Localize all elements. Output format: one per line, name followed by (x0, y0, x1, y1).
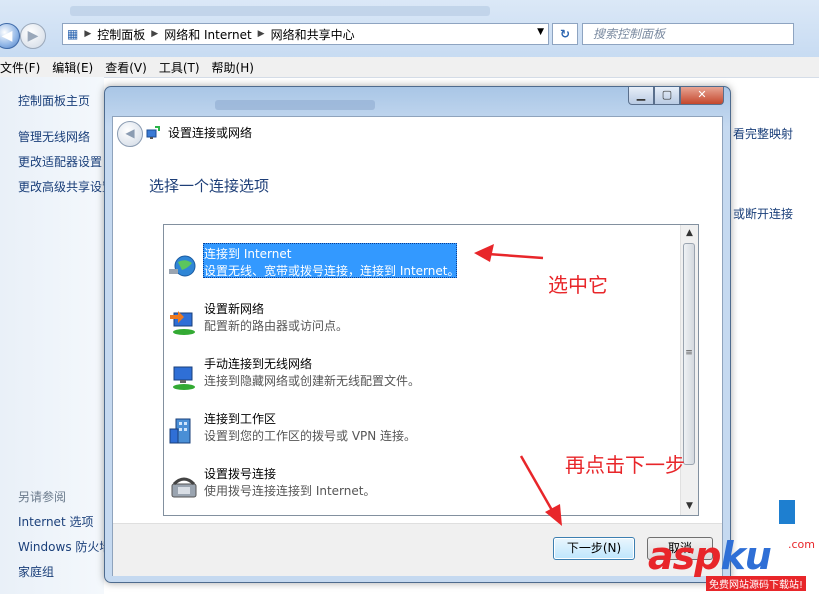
menu-tools[interactable]: 工具(T) (159, 59, 212, 76)
forward-icon[interactable]: ▶ (20, 23, 46, 49)
homegroup-link[interactable]: 家庭组 (18, 563, 54, 580)
phone-icon (171, 477, 197, 498)
scroll-up-icon[interactable]: ▲ (681, 225, 698, 242)
dialog-header: ◀ 设置连接或网络 (113, 117, 722, 147)
breadcrumb-item[interactable]: 网络和共享中心 (267, 26, 359, 43)
maximize-icon[interactable]: ▢ (654, 87, 680, 105)
scroll-down-icon[interactable]: ▼ (681, 498, 698, 515)
menu-edit[interactable]: 编辑(E) (52, 59, 105, 76)
item-desc: 使用拨号连接连接到 Internet。 (204, 484, 376, 498)
explorer-titlebar: ◀ ▶ ▦ ▶ 控制面板 ▶ 网络和 Internet ▶ 网络和共享中心 ▼ … (0, 0, 819, 58)
firewall-link[interactable]: Windows 防火墙 (18, 538, 111, 555)
annotation-click-next: 再点击下一步 (565, 453, 685, 477)
item-desc: 设置到您的工作区的拨号或 VPN 连接。 (204, 429, 417, 443)
dialog-title: 设置连接或网络 (168, 126, 253, 140)
item-desc: 配置新的路由器或访问点。 (204, 319, 349, 333)
item-title: 设置新网络 (204, 302, 265, 316)
blurred-title (215, 100, 375, 110)
item-title: 连接到 Internet (204, 247, 292, 261)
blurred-title (70, 6, 490, 16)
building-icon (169, 418, 191, 444)
disconnect-link[interactable]: 或断开连接 (733, 205, 793, 222)
annotation-select-it: 选中它 (548, 273, 608, 297)
item-title: 手动连接到无线网络 (204, 357, 313, 371)
control-panel-icon: ▦ (67, 27, 79, 41)
section-title: 选择一个连接选项 (149, 177, 270, 195)
watermark: aspku .com 免费网站源码下载站! (648, 534, 819, 594)
menu-file[interactable]: 文件(F) (0, 59, 52, 76)
address-bar[interactable]: ▦ ▶ 控制面板 ▶ 网络和 Internet ▶ 网络和共享中心 ▼ (62, 23, 549, 45)
watermark-slogan: 免费网站源码下载站! (706, 576, 807, 591)
list-item-manual-wireless[interactable]: 手动连接到无线网络 连接到隐藏网络或创建新无线配置文件。 (164, 355, 680, 399)
back-arrow-icon[interactable]: ◀ (117, 121, 143, 147)
chevron-right-icon: ▶ (84, 29, 92, 39)
item-desc: 连接到隐藏网络或创建新无线配置文件。 (204, 374, 421, 388)
back-icon[interactable]: ◀ (0, 23, 20, 49)
window-controls: ▁ ▢ ✕ (628, 87, 724, 107)
breadcrumb-item[interactable]: 控制面板 (93, 26, 149, 43)
wireless-monitor-icon (173, 366, 195, 390)
search-input[interactable]: 搜索控制面板 (582, 23, 794, 45)
dialog-content: ◀ 设置连接或网络 选择一个连接选项 连接到 Internet 设置无线、宽带或… (112, 116, 723, 576)
refresh-icon[interactable]: ↻ (552, 23, 578, 45)
menu-bar: 文件(F) 编辑(E) 查看(V) 工具(T) 帮助(H) (0, 57, 819, 78)
dialog-footer: 下一步(N) 取消 (113, 523, 722, 576)
breadcrumb-item[interactable]: 网络和 Internet (160, 26, 255, 43)
list-item-new-network[interactable]: 设置新网络 配置新的路由器或访问点。 (164, 300, 680, 344)
next-button[interactable]: 下一步(N) (553, 537, 635, 560)
scroll-thumb[interactable]: ≡ (683, 243, 695, 465)
chevron-down-icon[interactable]: ▼ (537, 27, 544, 37)
watermark-tld: .com (788, 538, 815, 551)
control-panel-home-link[interactable]: 控制面板主页 (18, 92, 90, 109)
nav-buttons: ◀ ▶ (0, 22, 58, 50)
item-title: 连接到工作区 (204, 412, 277, 426)
watermark-logo: aspku (648, 534, 772, 578)
setup-connection-dialog: ▁ ▢ ✕ ◀ 设置连接或网络 选择一个连接选项 连接到 Internet 设置… (104, 86, 731, 583)
left-nav: 控制面板主页 管理无线网络 更改适配器设置 更改高级共享设置 另请参阅 Inte… (0, 77, 114, 594)
close-icon[interactable]: ✕ (680, 87, 724, 105)
item-desc: 设置无线、宽带或拨号连接，连接到 Internet。 (204, 264, 460, 278)
globe-icon (169, 255, 196, 277)
menu-view[interactable]: 查看(V) (105, 59, 159, 76)
list-item-workplace[interactable]: 连接到工作区 设置到您的工作区的拨号或 VPN 连接。 (164, 410, 680, 454)
chevron-right-icon: ▶ (257, 29, 265, 39)
view-full-map-link[interactable]: 看完整映射 (733, 125, 793, 142)
router-icon (170, 311, 195, 335)
adapter-settings-link[interactable]: 更改适配器设置 (18, 153, 102, 170)
chevron-right-icon: ▶ (151, 29, 159, 39)
internet-options-link[interactable]: Internet 选项 (18, 513, 93, 530)
item-title: 设置拨号连接 (204, 467, 277, 481)
blue-tile (779, 500, 795, 524)
advanced-sharing-link[interactable]: 更改高级共享设置 (18, 178, 114, 195)
menu-help[interactable]: 帮助(H) (212, 59, 266, 76)
see-also-heading: 另请参阅 (18, 490, 67, 504)
minimize-icon[interactable]: ▁ (628, 87, 654, 105)
network-setup-icon (146, 126, 160, 139)
manage-wireless-link[interactable]: 管理无线网络 (18, 128, 90, 145)
